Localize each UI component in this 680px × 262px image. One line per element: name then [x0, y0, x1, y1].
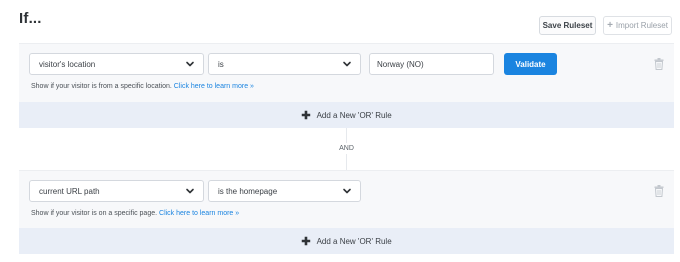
learn-more-link[interactable]: Click here to learn more »	[174, 83, 254, 90]
operator-select-value: is	[218, 59, 224, 69]
ruleset-url-path: current URL path is the homepage Show if…	[19, 170, 674, 254]
ruleset-location: visitor's location is Norway (NO) Valida…	[19, 43, 674, 128]
and-connector-label: AND	[333, 143, 360, 154]
help-text: Show if your visitor is from a specific …	[31, 83, 172, 90]
chevron-down-icon	[343, 61, 351, 67]
add-or-rule-label: Add a New 'OR' Rule	[316, 236, 392, 246]
location-value-input[interactable]: Norway (NO)	[369, 53, 494, 75]
plus-icon: ✚	[301, 235, 311, 248]
condition-select[interactable]: current URL path	[29, 180, 204, 202]
condition-select-value: current URL path	[39, 186, 100, 196]
add-or-rule-button[interactable]: ✚ Add a New 'OR' Rule	[19, 228, 674, 254]
operator-select[interactable]: is	[208, 53, 361, 75]
operator-select-value: is the homepage	[218, 186, 278, 196]
plus-icon: +	[607, 20, 613, 31]
learn-more-link[interactable]: Click here to learn more »	[159, 210, 239, 217]
condition-select-value: visitor's location	[39, 59, 96, 69]
import-ruleset-button[interactable]: + Import Ruleset	[603, 16, 672, 35]
rule-help-text: Show if your visitor is from a specific …	[31, 83, 254, 90]
operator-select[interactable]: is the homepage	[208, 180, 361, 202]
validate-button[interactable]: Validate	[504, 53, 557, 75]
chevron-down-icon	[343, 188, 351, 194]
trash-icon[interactable]	[654, 58, 664, 70]
save-ruleset-button[interactable]: Save Ruleset	[539, 16, 596, 35]
add-or-rule-label: Add a New 'OR' Rule	[316, 110, 392, 120]
trash-icon[interactable]	[654, 185, 664, 197]
page-title: If...	[19, 10, 42, 27]
help-text: Show if your visitor is on a specific pa…	[31, 210, 158, 217]
add-or-rule-button[interactable]: ✚ Add a New 'OR' Rule	[19, 102, 674, 128]
chevron-down-icon	[186, 188, 194, 194]
import-ruleset-label: Import Ruleset	[615, 21, 668, 30]
chevron-down-icon	[186, 61, 194, 67]
plus-icon: ✚	[301, 109, 311, 122]
condition-select[interactable]: visitor's location	[29, 53, 204, 75]
rule-help-text: Show if your visitor is on a specific pa…	[31, 210, 239, 217]
